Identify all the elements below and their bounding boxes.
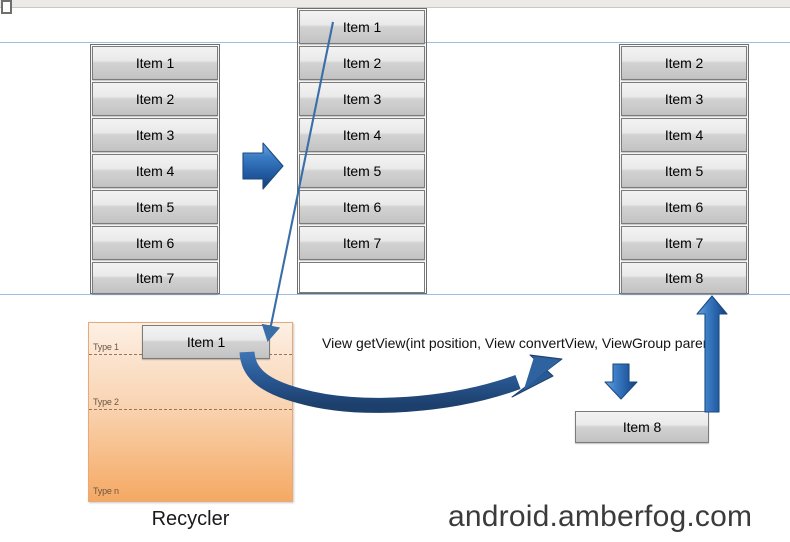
arrow-right-icon <box>242 142 284 190</box>
list-item-label: Item 6 <box>135 235 175 251</box>
new-view[interactable]: Item 8 <box>575 411 709 443</box>
list-item-label: Item 4 <box>342 127 382 143</box>
list-item[interactable]: Item 1 <box>92 46 218 80</box>
list-item[interactable]: Item 6 <box>299 190 425 224</box>
list-item[interactable]: Item 3 <box>92 118 218 152</box>
list-item-label: Item 6 <box>664 199 704 215</box>
list-item-label: Item 2 <box>135 91 175 107</box>
recycler-divider <box>89 409 292 410</box>
list-item-label: Item 4 <box>135 163 175 179</box>
getview-signature: View getView(int position, View convertV… <box>322 335 720 351</box>
list-item-label: Item 5 <box>664 163 704 179</box>
recycler-type-label: Type 1 <box>93 342 119 352</box>
arrow-up-icon <box>696 295 728 413</box>
curved-arrow-icon <box>239 351 563 413</box>
list-item[interactable]: Item 2 <box>621 46 747 80</box>
list-item-label: Item 6 <box>342 199 382 215</box>
list-item-label: Item 7 <box>135 270 175 286</box>
list-item-label: Item 3 <box>664 91 704 107</box>
list-item[interactable]: Item 4 <box>92 154 218 188</box>
list-item[interactable]: Item 2 <box>299 46 425 80</box>
list-item-label: Item 1 <box>342 19 382 35</box>
list-item-label: Item 3 <box>342 91 382 107</box>
list-item-label: Item 8 <box>664 270 704 286</box>
scrapped-view-label: Item 1 <box>186 334 226 350</box>
viewport-bottom-guide <box>0 294 790 295</box>
list-item[interactable]: Item 7 <box>621 226 747 260</box>
list-item-label: Item 4 <box>664 127 704 143</box>
list-item-label: Item 3 <box>135 127 175 143</box>
list-item-label: Item 7 <box>342 235 382 251</box>
list-item[interactable]: Item 8 <box>621 262 747 294</box>
scrapped-view[interactable]: Item 1 <box>142 325 270 359</box>
new-view-label: Item 8 <box>622 419 662 435</box>
list-item[interactable]: Item 5 <box>621 154 747 188</box>
list-item[interactable]: Item 6 <box>621 190 747 224</box>
watermark: android.amberfog.com <box>448 500 753 533</box>
list-item-label: Item 7 <box>664 235 704 251</box>
list-item[interactable]: Item 1 <box>299 10 425 44</box>
recycler-type-label: Type 2 <box>93 397 119 407</box>
recycler-caption: Recycler <box>151 508 230 530</box>
window-handle <box>1 0 12 14</box>
recycler-type-label: Type n <box>93 486 119 496</box>
arrow-down-icon <box>604 363 638 400</box>
list-item[interactable]: Item 3 <box>299 82 425 116</box>
list-item-label: Item 1 <box>135 55 175 71</box>
list-item-label: Item 2 <box>342 55 382 71</box>
list-item-label: Item 5 <box>135 199 175 215</box>
window-top-band <box>0 0 790 14</box>
list-item[interactable]: Item 7 <box>299 226 425 260</box>
list-item[interactable]: Item 5 <box>92 190 218 224</box>
empty-slot <box>299 262 425 293</box>
list-item-label: Item 5 <box>342 163 382 179</box>
list-item[interactable]: Item 6 <box>92 226 218 260</box>
list-item-label: Item 2 <box>664 55 704 71</box>
list-item[interactable]: Item 2 <box>92 82 218 116</box>
list-item[interactable]: Item 4 <box>299 118 425 152</box>
list-item[interactable]: Item 7 <box>92 262 218 294</box>
list-item[interactable]: Item 4 <box>621 118 747 152</box>
list-item[interactable]: Item 5 <box>299 154 425 188</box>
list-item[interactable]: Item 3 <box>621 82 747 116</box>
